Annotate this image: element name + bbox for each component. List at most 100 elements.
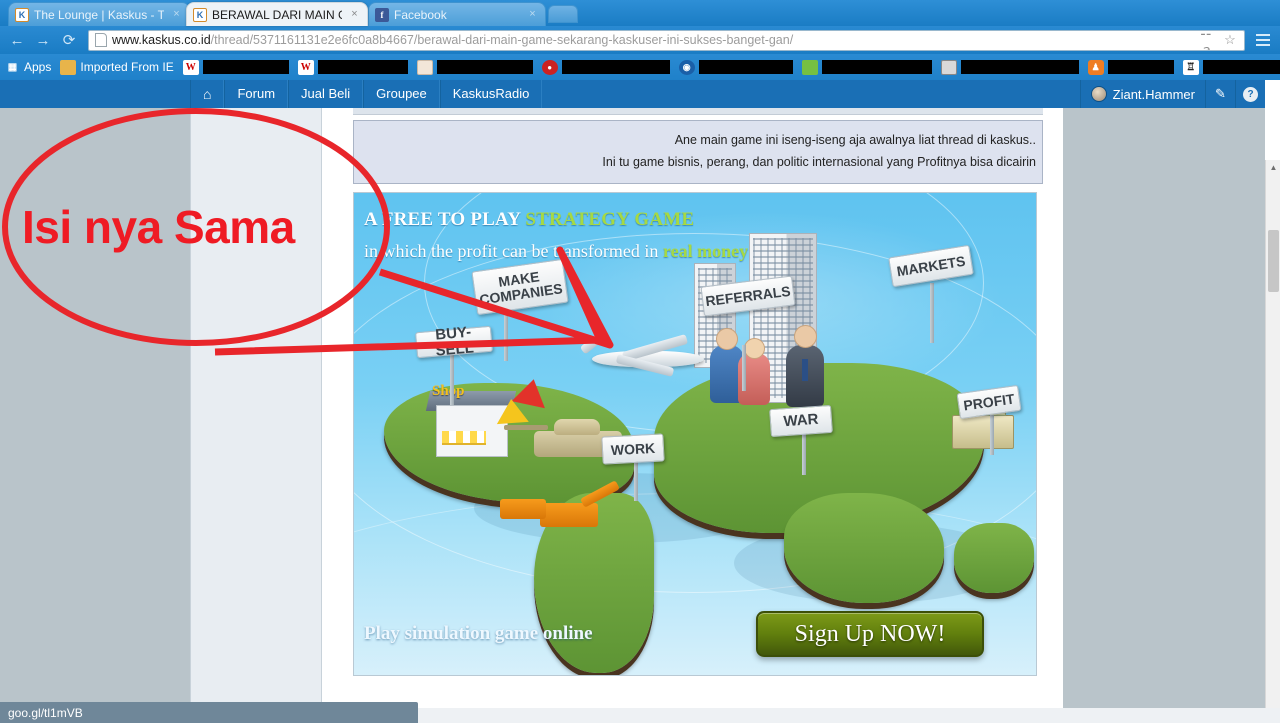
nav-item-jual-beli[interactable]: Jual Beli — [288, 80, 364, 108]
scrollbar-thumb[interactable] — [1268, 230, 1279, 292]
yellow-growth-arrow — [495, 397, 529, 425]
page-right-background — [1063, 108, 1265, 723]
landmass-africa — [784, 493, 944, 603]
tab-title: The Lounge | Kaskus - T — [34, 7, 164, 22]
help-icon-glyph: ? — [1243, 86, 1258, 102]
post-quote-block: Ane main game ini iseng-iseng aja awalny… — [353, 120, 1043, 184]
bookmark-redacted[interactable] — [416, 59, 533, 75]
bookmark-apps[interactable]: ▦ Apps — [4, 60, 52, 75]
nav-item-groupee[interactable]: Groupee — [363, 80, 440, 108]
bookmark-redacted[interactable]: ● — [541, 59, 670, 75]
username-label: Ziant.Hammer — [1112, 86, 1195, 102]
kaskus-icon: K — [15, 7, 29, 22]
close-icon[interactable]: × — [348, 8, 361, 21]
sign-up-button[interactable]: Sign Up NOW! — [756, 611, 984, 657]
nav-item-kaskus-radio[interactable]: KaskusRadio — [439, 80, 543, 108]
signpost-leg — [450, 353, 454, 405]
headline-accent: STRATEGY GAME — [525, 209, 695, 230]
tab-title: BERAWAL DARI MAIN G — [212, 7, 342, 22]
red-circle-icon: ● — [541, 59, 558, 75]
bookmark-redacted[interactable] — [801, 59, 932, 75]
game-advert-banner[interactable]: A FREE TO PLAY STRATEGY GAME in which th… — [353, 192, 1037, 676]
post-header-strip — [353, 108, 1043, 115]
sign-work: WORK — [601, 433, 665, 465]
tank-gun — [504, 425, 548, 430]
browser-tab-lounge[interactable]: K The Lounge | Kaskus - T × — [8, 2, 190, 26]
signpost-leg — [634, 461, 638, 501]
bookmark-redacted[interactable] — [940, 59, 1079, 75]
redacted-label — [202, 60, 289, 74]
redacted-label — [1202, 60, 1280, 74]
photo-icon — [940, 59, 957, 75]
w-icon: W — [297, 59, 314, 75]
page-scrollbar[interactable]: ▲ ▼ — [1265, 160, 1280, 723]
avatar — [1090, 86, 1107, 102]
tab-title: Facebook — [394, 7, 447, 22]
blue-circle-icon: ◉ — [678, 59, 695, 75]
bookmark-redacted[interactable]: W — [182, 59, 289, 75]
close-icon[interactable]: × — [526, 8, 539, 21]
signpost-leg — [742, 345, 746, 391]
person-blue-head — [716, 328, 738, 350]
kaskus-icon: K — [193, 7, 207, 22]
sidebar-item-home[interactable]: ⌂ — [190, 80, 225, 108]
landmass-oceania — [954, 523, 1034, 593]
translate-icon[interactable]: ☷ａ — [1200, 31, 1220, 50]
bookmark-star-icon[interactable]: ☆ — [1220, 31, 1240, 49]
v-crest-icon: ♖ — [1182, 59, 1199, 75]
reload-icon[interactable]: ⟳ — [56, 27, 82, 53]
bookmark-redacted[interactable]: ♖ — [1182, 59, 1280, 75]
forward-icon[interactable]: → — [30, 27, 56, 53]
excavator-body — [540, 503, 598, 527]
redacted-label — [1107, 60, 1174, 74]
redacted-label — [436, 60, 533, 74]
bookmark-redacted[interactable]: ◉ — [678, 59, 793, 75]
signpost-leg — [802, 433, 806, 475]
signpost-leg — [504, 305, 508, 361]
banner-headline: A FREE TO PLAY STRATEGY GAME — [364, 209, 694, 231]
sign-buy-sell: BUY-SELL — [415, 324, 493, 360]
scroll-up-icon[interactable]: ▲ — [1266, 160, 1280, 175]
browser-toolbar: ← → ⟳ www.kaskus.co.id/thread/5371161131… — [0, 26, 1280, 54]
bookmark-imported-from-ie[interactable]: Imported From IE — [60, 59, 174, 75]
user-menu[interactable]: Ziant.Hammer — [1079, 80, 1205, 108]
redacted-label — [698, 60, 793, 74]
url-text: www.kaskus.co.id/thread/5371161131e2e6fc… — [112, 33, 793, 47]
post-container: Ane main game ini iseng-iseng aja awalny… — [353, 108, 1043, 723]
browser-tab-facebook[interactable]: f Facebook × — [368, 2, 546, 26]
url-path: /thread/5371161131e2e6fc0a8b4667/berawal… — [210, 33, 794, 47]
bookmark-label: Apps — [24, 60, 52, 74]
page-viewport: ⌂ Forum Jual Beli Groupee KaskusRadio Zi… — [0, 80, 1280, 723]
person-pink-head — [744, 338, 765, 359]
status-bar: goo.gl/tl1mVB — [0, 702, 418, 723]
redacted-label — [960, 60, 1079, 74]
shop-awning — [442, 431, 486, 445]
page-info-icon[interactable] — [95, 33, 107, 47]
url-domain: www.kaskus.co.id — [112, 33, 211, 47]
green-disk-icon — [801, 59, 818, 75]
headline-plain: A FREE TO PLAY — [364, 209, 526, 230]
nav-item-forum[interactable]: Forum — [224, 80, 289, 108]
site-navbar: ⌂ Forum Jual Beli Groupee KaskusRadio Zi… — [0, 80, 1265, 108]
chrome-menu-icon[interactable] — [1251, 34, 1275, 46]
person-suit-head — [794, 325, 817, 348]
close-icon[interactable]: × — [170, 8, 183, 21]
bookmark-redacted[interactable]: W — [297, 59, 408, 75]
new-tab-button[interactable] — [548, 5, 578, 23]
tab-strip: K The Lounge | Kaskus - T × K BERAWAL DA… — [0, 0, 1280, 26]
bookmark-redacted[interactable]: ♟ — [1087, 59, 1174, 75]
tank-turret — [554, 419, 600, 435]
subline-plain: in which the profit can be transformed i… — [364, 241, 663, 261]
person-suit-tie — [802, 359, 808, 381]
help-icon[interactable]: ? — [1235, 80, 1265, 108]
quote-line: Ini tu game bisnis, perang, dan politic … — [602, 155, 1036, 169]
compose-icon[interactable]: ✎ — [1205, 80, 1235, 108]
redacted-label — [821, 60, 932, 74]
omnibox-actions: ☷ａ ☆ — [1200, 31, 1240, 50]
browser-tab-berawal[interactable]: K BERAWAL DARI MAIN G × — [186, 2, 368, 26]
address-bar[interactable]: www.kaskus.co.id/thread/5371161131e2e6fc… — [88, 29, 1245, 51]
orange-lock-icon: ♟ — [1087, 59, 1104, 75]
apps-icon: ▦ — [7, 61, 17, 73]
back-icon[interactable]: ← — [4, 27, 30, 53]
redacted-label — [317, 60, 408, 74]
